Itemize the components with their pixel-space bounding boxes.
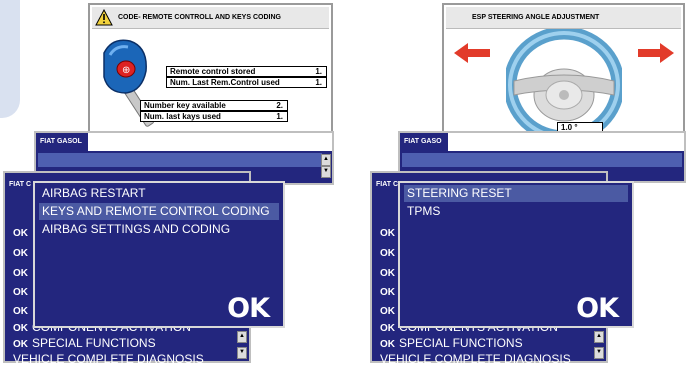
right-menu-window: STEERING RESET TPMS OK [398, 181, 634, 328]
ok-label: OK [380, 287, 395, 298]
info-label-1: Num. Last Rem.Control used [170, 78, 280, 87]
menu-item-label: KEYS AND REMOTE CONTROL CODING [42, 204, 270, 218]
ok-label: OK [380, 306, 395, 317]
row-label: SPECIAL FUNCTIONS [399, 336, 523, 350]
ok-label: OK [13, 228, 28, 239]
menu-item-tpms[interactable]: TPMS [404, 203, 628, 220]
right-arrow-icon [638, 43, 674, 63]
menu-item-label: AIRBAG SETTINGS AND CODING [42, 222, 231, 236]
ok-label: OK [13, 268, 28, 279]
ok-label: OK [380, 248, 395, 259]
ok-label: OK [13, 287, 28, 298]
scroll-down-button[interactable]: ▼ [237, 347, 247, 359]
row-label: VEHICLE COMPLETE DIAGNOSIS [13, 352, 204, 366]
left-arrow-icon [454, 43, 490, 63]
right-back-window-1-title: FIAT GASO [404, 138, 442, 145]
menu-item-label: AIRBAG RESTART [42, 186, 146, 200]
info-value-0: 1. [315, 67, 322, 76]
menu-item-keys-remote-coding[interactable]: KEYS AND REMOTE CONTROL CODING [39, 203, 279, 220]
bottom-row-special-functions[interactable]: OK SPECIAL FUNCTIONS [13, 336, 249, 350]
ok-label: OK [380, 228, 395, 239]
menu-item-label: STEERING RESET [407, 186, 512, 200]
number-key-available: Number key available 2. [140, 100, 288, 111]
ok-label: OK [13, 323, 28, 334]
last-remote-control-used: Num. Last Rem.Control used 1. [166, 77, 327, 88]
ok-label: OK [13, 339, 28, 350]
bottom-row-vehicle-diagnosis[interactable]: VEHICLE COMPLETE DIAGNOSIS [13, 352, 249, 366]
ok-label: OK [13, 248, 28, 259]
back-window-1-strip [88, 133, 332, 151]
menu-item-steering-reset[interactable]: STEERING RESET [404, 185, 628, 202]
key-coding-header: CODE- REMOTE CONTROLL AND KEYS CODING [92, 7, 329, 29]
bottom-row-special-functions[interactable]: OK SPECIAL FUNCTIONS [380, 336, 606, 350]
right-back-window-2-title: FIAT C [376, 181, 399, 188]
menu-item-airbag-restart[interactable]: AIRBAG RESTART [39, 185, 279, 202]
row-label: SPECIAL FUNCTIONS [32, 336, 156, 350]
info-value-1: 1. [315, 78, 322, 87]
scroll-up-button[interactable]: ▲ [321, 154, 331, 166]
row-label: VEHICLE COMPLETE DIAGNOSIS [380, 352, 571, 366]
ok-label: OK [380, 323, 395, 334]
info-label-3: Num. last kays used [144, 112, 221, 121]
info-label-2: Number key available [144, 101, 226, 110]
last-keys-used: Num. last kays used 1. [140, 111, 288, 122]
info-value-2: 2. [276, 101, 283, 110]
info-label-0: Remote control stored [170, 67, 256, 76]
right-back-window-1-bar [402, 153, 682, 167]
steering-header: ESP STEERING ANGLE ADJUSTMENT [446, 7, 681, 29]
info-value-3: 1. [276, 112, 283, 121]
remote-control-stored: Remote control stored 1. [166, 66, 327, 77]
ok-label: OK [13, 306, 28, 317]
scroll-up-button[interactable]: ▲ [237, 331, 247, 343]
side-decoration [0, 0, 20, 118]
steering-title: ESP STEERING ANGLE ADJUSTMENT [472, 14, 600, 21]
menu-item-airbag-settings[interactable]: AIRBAG SETTINGS AND CODING [39, 221, 279, 238]
ok-button[interactable]: OK [227, 293, 270, 324]
scroll-up-button[interactable]: ▲ [594, 331, 604, 343]
svg-text:⊕: ⊕ [122, 65, 130, 76]
menu-item-label: TPMS [407, 204, 441, 218]
right-back-window-1-strip [448, 133, 684, 151]
back-window-2-title: FIAT C [9, 181, 32, 188]
back-window-1-title: FIAT GASOL [40, 138, 82, 145]
scroll-down-button[interactable]: ▼ [321, 166, 331, 178]
ok-label: OK [380, 339, 395, 350]
ok-button[interactable]: OK [576, 293, 619, 324]
key-coding-title: CODE- REMOTE CONTROLL AND KEYS CODING [118, 14, 281, 21]
back-window-1-bar [38, 153, 322, 167]
bottom-row-vehicle-diagnosis[interactable]: VEHICLE COMPLETE DIAGNOSIS [380, 352, 606, 366]
left-menu-window: AIRBAG RESTART KEYS AND REMOTE CONTROL C… [33, 181, 285, 328]
scroll-down-button[interactable]: ▼ [594, 347, 604, 359]
warning-icon [95, 9, 113, 26]
ok-label: OK [380, 268, 395, 279]
